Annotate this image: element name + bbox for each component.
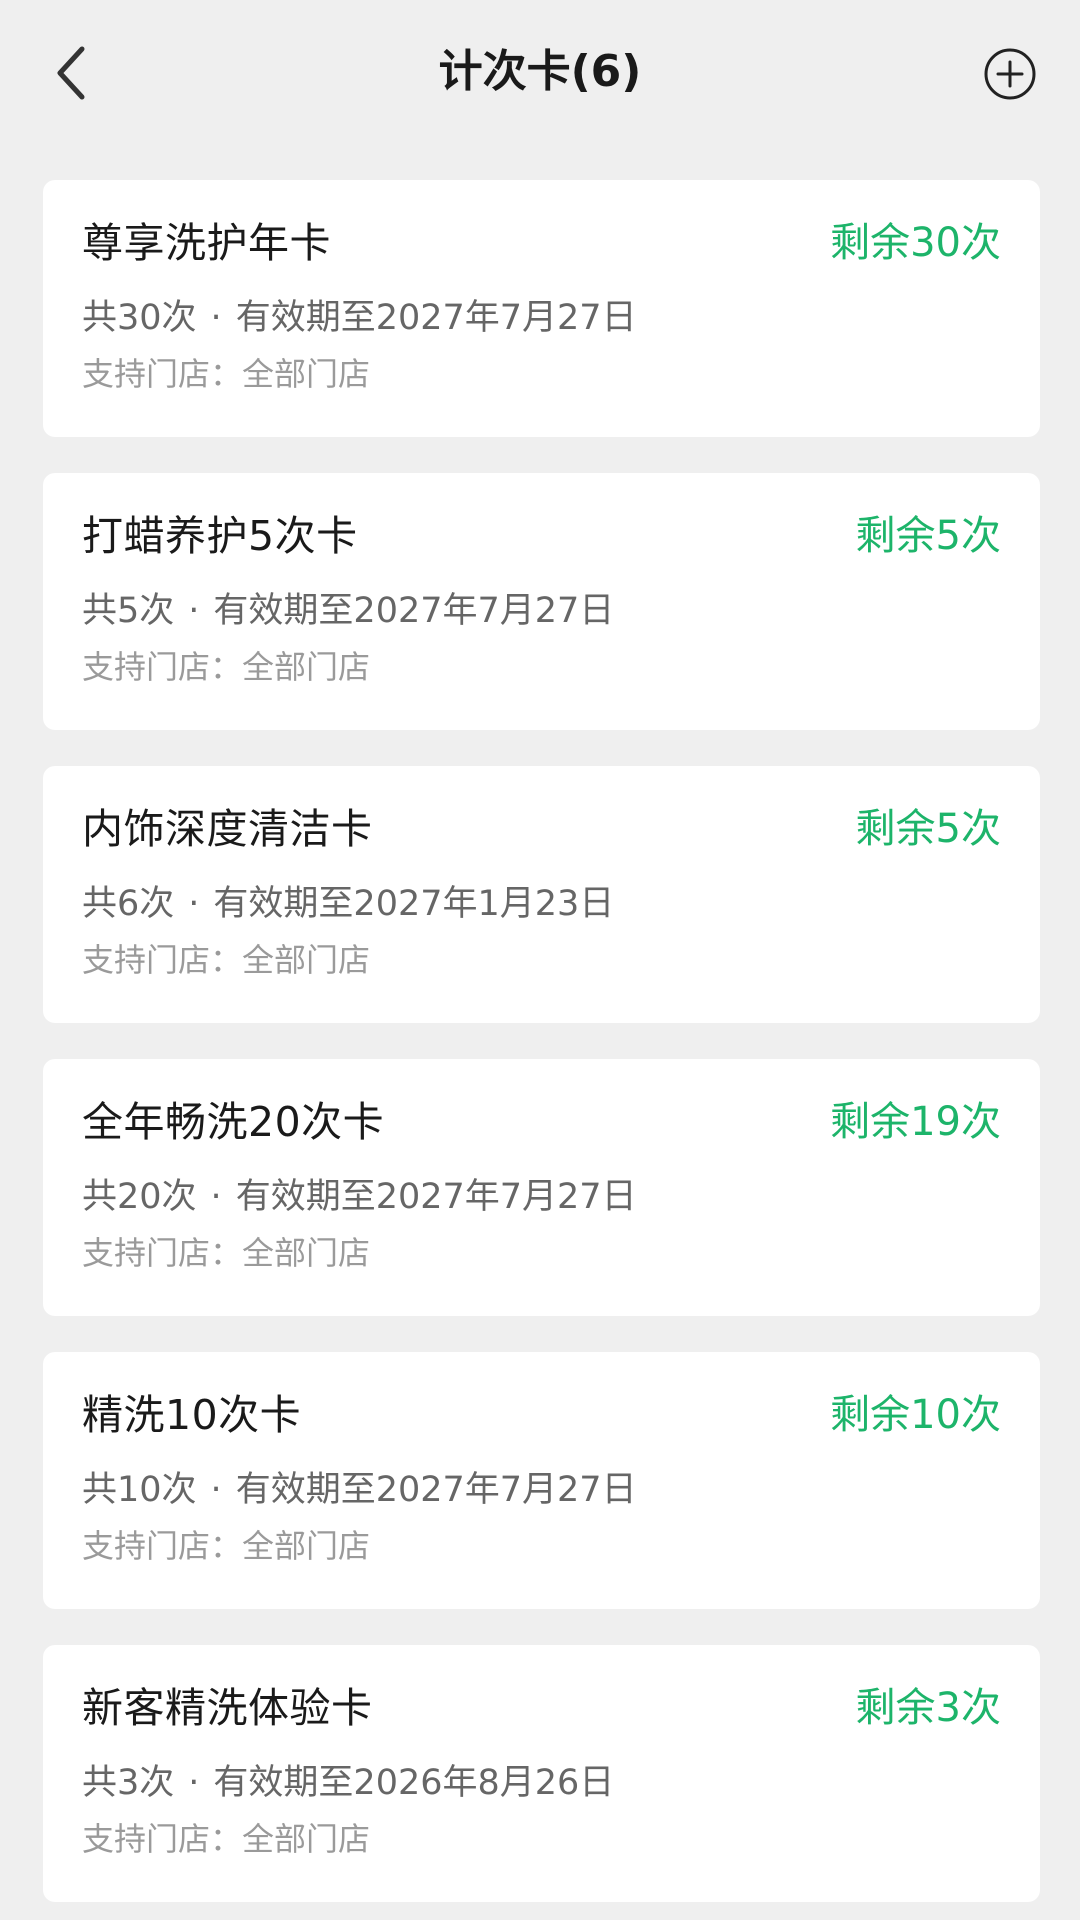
header: 计次卡(6)	[0, 0, 1080, 150]
card-stores-label: 支持门店：	[82, 1234, 243, 1272]
card-stores-label: 支持门店：	[82, 1820, 243, 1858]
card-stores-value: 全部门店	[242, 1234, 371, 1272]
card-stores-value: 全部门店	[242, 1527, 371, 1565]
card-stores: 支持门店：全部门店	[82, 1231, 370, 1275]
card-validity: 有效期至2027年1月23日	[213, 884, 615, 924]
card-item[interactable]: 全年畅洗20次卡 剩余19次 共20次 · 有效期至2027年7月27日 支持门店：…	[43, 1059, 1040, 1316]
card-item[interactable]: 新客精洗体验卡 剩余3次 共3次 · 有效期至2026年8月26日 支持门店：全部门…	[43, 1645, 1040, 1902]
card-stores-label: 支持门店：	[82, 1527, 243, 1565]
card-name: 精洗10次卡	[82, 1391, 302, 1439]
card-info: 共30次 · 有效期至2027年7月27日	[82, 293, 637, 343]
card-separator: ·	[210, 298, 222, 338]
card-item[interactable]: 精洗10次卡 剩余10次 共10次 · 有效期至2027年7月27日 支持门店：全部…	[43, 1352, 1040, 1609]
card-validity: 有效期至2027年7月27日	[235, 298, 637, 338]
card-name: 全年畅洗20次卡	[82, 1098, 385, 1146]
page: 计次卡(6) 尊享洗护年卡 剩余30次 共30次 · 有效期至2027年7月27日 …	[0, 0, 1080, 1920]
add-card-button[interactable]	[982, 46, 1038, 102]
card-info: 共3次 · 有效期至2026年8月26日	[82, 1758, 614, 1808]
card-separator: ·	[188, 591, 200, 631]
card-name: 尊享洗护年卡	[82, 219, 331, 267]
card-item[interactable]: 尊享洗护年卡 剩余30次 共30次 · 有效期至2027年7月27日 支持门店：全部…	[43, 180, 1040, 437]
card-validity: 有效期至2026年8月26日	[213, 1763, 615, 1803]
card-separator: ·	[188, 884, 200, 924]
card-stores: 支持门店：全部门店	[82, 352, 370, 396]
card-stores-value: 全部门店	[242, 941, 371, 979]
card-separator: ·	[210, 1470, 222, 1510]
card-stores-value: 全部门店	[242, 1820, 371, 1858]
card-stores: 支持门店：全部门店	[82, 645, 370, 689]
card-stores-label: 支持门店：	[82, 355, 243, 393]
card-stores-value: 全部门店	[242, 648, 371, 686]
card-info: 共6次 · 有效期至2027年1月23日	[82, 879, 614, 929]
card-total: 共20次	[82, 1177, 197, 1217]
card-stores-label: 支持门店：	[82, 648, 243, 686]
card-remaining: 剩余5次	[855, 513, 1001, 559]
card-stores: 支持门店：全部门店	[82, 938, 370, 982]
card-validity: 有效期至2027年7月27日	[213, 591, 615, 631]
card-total: 共6次	[82, 884, 175, 924]
page-title: 计次卡(6)	[438, 46, 642, 97]
card-stores: 支持门店：全部门店	[82, 1817, 370, 1861]
card-remaining: 剩余10次	[830, 1392, 1001, 1438]
card-remaining: 剩余5次	[855, 806, 1001, 852]
card-item[interactable]: 打蜡养护5次卡 剩余5次 共5次 · 有效期至2027年7月27日 支持门店：全部门…	[43, 473, 1040, 730]
plus-circle-icon	[984, 48, 1036, 100]
card-info: 共10次 · 有效期至2027年7月27日	[82, 1465, 637, 1515]
card-remaining: 剩余30次	[830, 220, 1001, 266]
card-item[interactable]: 内饰深度清洁卡 剩余5次 共6次 · 有效期至2027年1月23日 支持门店：全部门…	[43, 766, 1040, 1023]
card-stores: 支持门店：全部门店	[82, 1524, 370, 1568]
card-total: 共5次	[82, 591, 175, 631]
card-validity: 有效期至2027年7月27日	[235, 1470, 637, 1510]
card-info: 共5次 · 有效期至2027年7月27日	[82, 586, 614, 636]
card-info: 共20次 · 有效期至2027年7月27日	[82, 1172, 637, 1222]
card-name: 内饰深度清洁卡	[82, 805, 373, 853]
card-remaining: 剩余19次	[830, 1099, 1001, 1145]
card-total: 共30次	[82, 298, 197, 338]
card-remaining: 剩余3次	[855, 1685, 1001, 1731]
card-separator: ·	[188, 1763, 200, 1803]
card-total: 共10次	[82, 1470, 197, 1510]
card-stores-value: 全部门店	[242, 355, 371, 393]
card-list: 尊享洗护年卡 剩余30次 共30次 · 有效期至2027年7月27日 支持门店：全部…	[43, 180, 1040, 1920]
card-total: 共3次	[82, 1763, 175, 1803]
card-name: 新客精洗体验卡	[82, 1684, 373, 1732]
card-name: 打蜡养护5次卡	[82, 512, 358, 560]
card-stores-label: 支持门店：	[82, 941, 243, 979]
card-validity: 有效期至2027年7月27日	[235, 1177, 637, 1217]
card-separator: ·	[210, 1177, 222, 1217]
